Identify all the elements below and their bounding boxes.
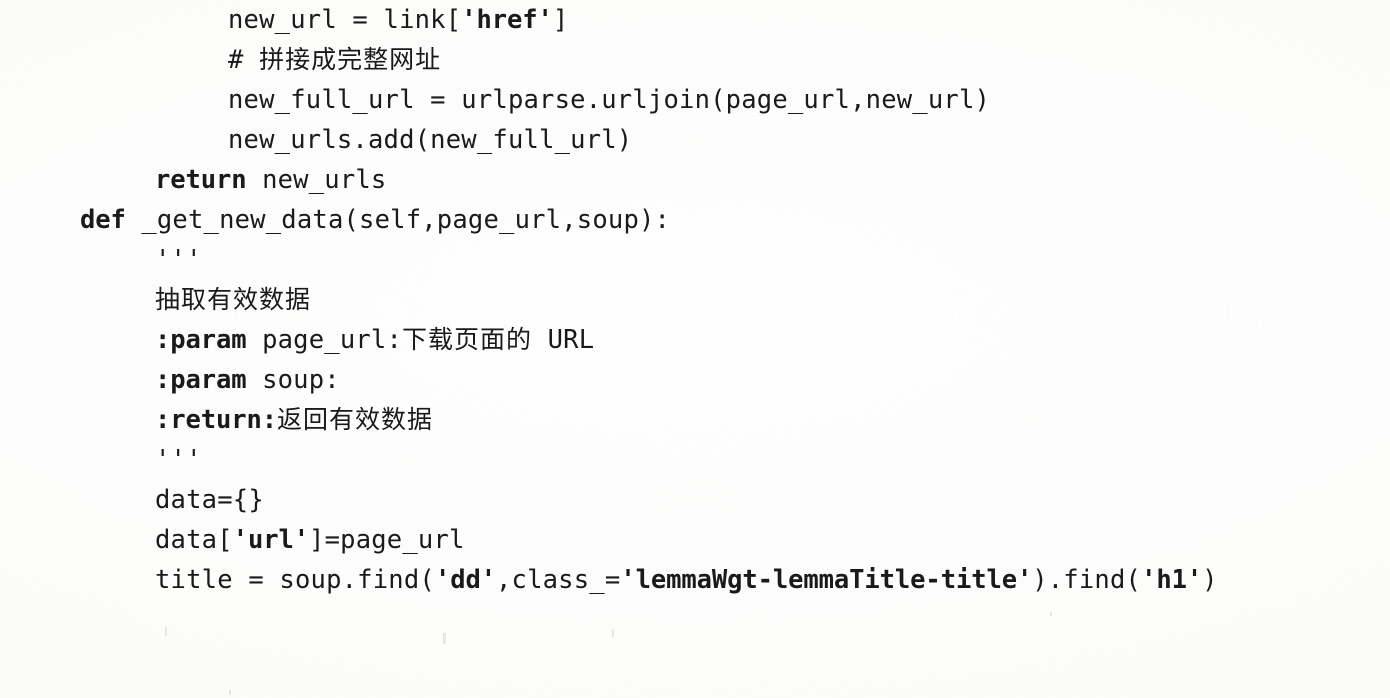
code-token-emphasis: def (80, 205, 126, 235)
code-token: ).find( (1032, 565, 1142, 595)
code-line: def _get_new_data(self,page_url,soup): (0, 200, 670, 240)
code-token: # (228, 45, 260, 75)
scan-speckle (1050, 612, 1052, 616)
code-token-emphasis: 'h1' (1141, 565, 1203, 595)
code-token: soup: (246, 365, 340, 395)
code-token: 拼接成完整网址 (259, 45, 442, 74)
code-token: ) (1202, 565, 1218, 595)
code-token-emphasis: 'lemmaWgt-lemmaTitle-title' (620, 565, 1033, 595)
code-token-emphasis: :return: (155, 405, 278, 435)
code-token: new_urls.add(new_full_url) (228, 125, 633, 155)
scan-speckle (612, 629, 614, 637)
code-line: :return:返回有效数据 (0, 400, 433, 440)
scanned-page: new_url = link['href'] # 拼接成完整网址 new_full_… (0, 0, 1390, 698)
code-token: new_urls (246, 165, 387, 195)
code-token-emphasis: 'dd' (434, 565, 496, 595)
code-token: new_url = link[ (228, 5, 462, 35)
code-line: 抽取有效数据 (0, 280, 311, 320)
code-token: page_url: (246, 325, 403, 355)
code-line: # 拼接成完整网址 (0, 40, 441, 80)
code-token: title = soup.find( (155, 565, 435, 595)
scan-speckle (443, 633, 446, 644)
code-token: 抽取有效数据 (155, 285, 312, 314)
code-line: new_urls.add(new_full_url) (0, 120, 632, 160)
code-token: 下载页面的 (402, 325, 533, 354)
code-token: _get_new_data(self,page_url,soup): (125, 205, 671, 235)
code-token: data={} (155, 485, 264, 515)
code-line: title = soup.find('dd',class_='lemmaWgt-… (0, 560, 1218, 600)
code-token: ''' (155, 445, 202, 475)
code-line: :param soup: (0, 360, 340, 400)
code-token: 返回有效数据 (277, 405, 434, 434)
code-token: data[ (155, 525, 233, 555)
code-token-emphasis: 'href' (461, 5, 553, 35)
code-token-emphasis: :param (155, 325, 247, 355)
code-token: ,class_= (495, 565, 621, 595)
code-line: new_url = link['href'] (0, 0, 568, 40)
code-line: data['url']=page_url (0, 520, 465, 560)
code-token: new_full_url = urlparse.urljoin(page_url… (228, 85, 991, 115)
code-token: ] (552, 5, 569, 35)
code-token: URL (532, 325, 595, 355)
code-line: ''' (0, 440, 202, 480)
code-token-emphasis: :param (155, 365, 247, 395)
code-line: return new_urls (0, 160, 387, 200)
code-line: :param page_url:下载页面的 URL (0, 320, 594, 360)
code-line: ''' (0, 240, 202, 280)
code-token: ]=page_url (309, 525, 465, 555)
code-line: new_full_url = urlparse.urljoin(page_url… (0, 80, 990, 120)
code-token-emphasis: return (155, 165, 247, 195)
scan-speckle (165, 627, 167, 636)
code-token-emphasis: 'url' (232, 525, 310, 555)
scan-speckle (229, 690, 231, 695)
code-line: data={} (0, 480, 264, 520)
code-token: ''' (155, 245, 202, 275)
